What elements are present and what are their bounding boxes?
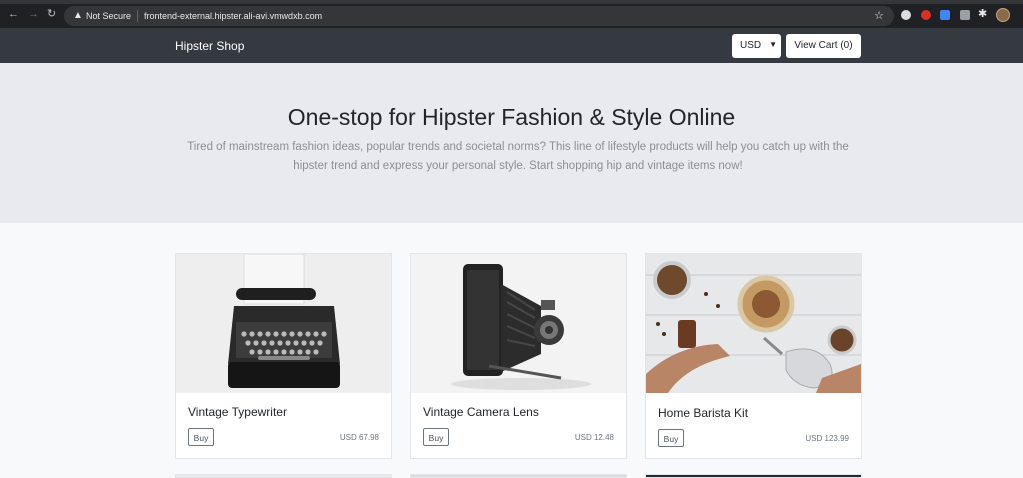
- product-card[interactable]: [410, 474, 627, 478]
- extension-icon[interactable]: [921, 10, 931, 20]
- chevron-down-icon: ▼: [769, 40, 777, 49]
- security-label[interactable]: Not Secure: [86, 11, 131, 21]
- reload-icon[interactable]: ↻: [47, 9, 56, 20]
- url-text[interactable]: frontend-external.hipster.ali-avi.vmwdxb…: [144, 11, 322, 21]
- extension-icon[interactable]: [940, 10, 950, 20]
- product-card[interactable]: Home Barista Kit Buy USD 123.99: [645, 253, 862, 459]
- buy-button[interactable]: Buy: [658, 429, 684, 447]
- buy-button[interactable]: Buy: [423, 428, 449, 446]
- warning-icon[interactable]: ▲: [73, 10, 83, 21]
- extension-icon[interactable]: [960, 10, 970, 20]
- barista-kit-image[interactable]: [646, 254, 861, 393]
- profile-avatar[interactable]: [996, 8, 1010, 22]
- typewriter-image[interactable]: [176, 254, 391, 393]
- product-card[interactable]: [645, 474, 862, 478]
- hero-banner: One-stop for Hipster Fashion & Style Onl…: [0, 63, 1023, 223]
- currency-select[interactable]: USD ▼: [732, 34, 781, 58]
- site-header: Hipster Shop USD ▼ View Cart (0): [0, 28, 1023, 63]
- address-bar[interactable]: ▲ Not Secure frontend-external.hipster.a…: [64, 6, 894, 26]
- extension-icon[interactable]: [901, 10, 911, 20]
- url-divider: [137, 10, 138, 22]
- product-price: USD 123.99: [805, 434, 849, 443]
- arrow-right-icon[interactable]: →: [28, 9, 39, 20]
- product-name[interactable]: Vintage Camera Lens: [423, 405, 539, 419]
- hero-subtitle: Tired of mainstream fashion ideas, popul…: [187, 141, 849, 172]
- buy-button[interactable]: Buy: [188, 428, 214, 446]
- puzzle-icon[interactable]: ✱: [978, 9, 987, 20]
- tab-strip: [0, 0, 1023, 4]
- arrow-left-icon[interactable]: ←: [8, 9, 19, 20]
- product-card[interactable]: Vintage Typewriter Buy USD 67.98: [175, 253, 392, 459]
- view-cart-button[interactable]: View Cart (0): [786, 34, 861, 58]
- product-price: USD 67.98: [339, 433, 379, 442]
- browser-toolbar: ← → ↻ ▲ Not Secure frontend-external.hip…: [0, 0, 1023, 28]
- camera-image[interactable]: [411, 254, 626, 393]
- star-icon[interactable]: ☆: [874, 9, 884, 22]
- brand-logo[interactable]: Hipster Shop: [175, 39, 244, 53]
- hero-title: One-stop for Hipster Fashion & Style Onl…: [287, 104, 736, 130]
- product-card[interactable]: [175, 474, 392, 478]
- product-card[interactable]: Vintage Camera Lens Buy USD 12.48: [410, 253, 627, 459]
- product-name[interactable]: Home Barista Kit: [658, 406, 748, 420]
- currency-value: USD: [740, 40, 762, 51]
- product-name[interactable]: Vintage Typewriter: [188, 405, 287, 419]
- product-price: USD 12.48: [574, 433, 614, 442]
